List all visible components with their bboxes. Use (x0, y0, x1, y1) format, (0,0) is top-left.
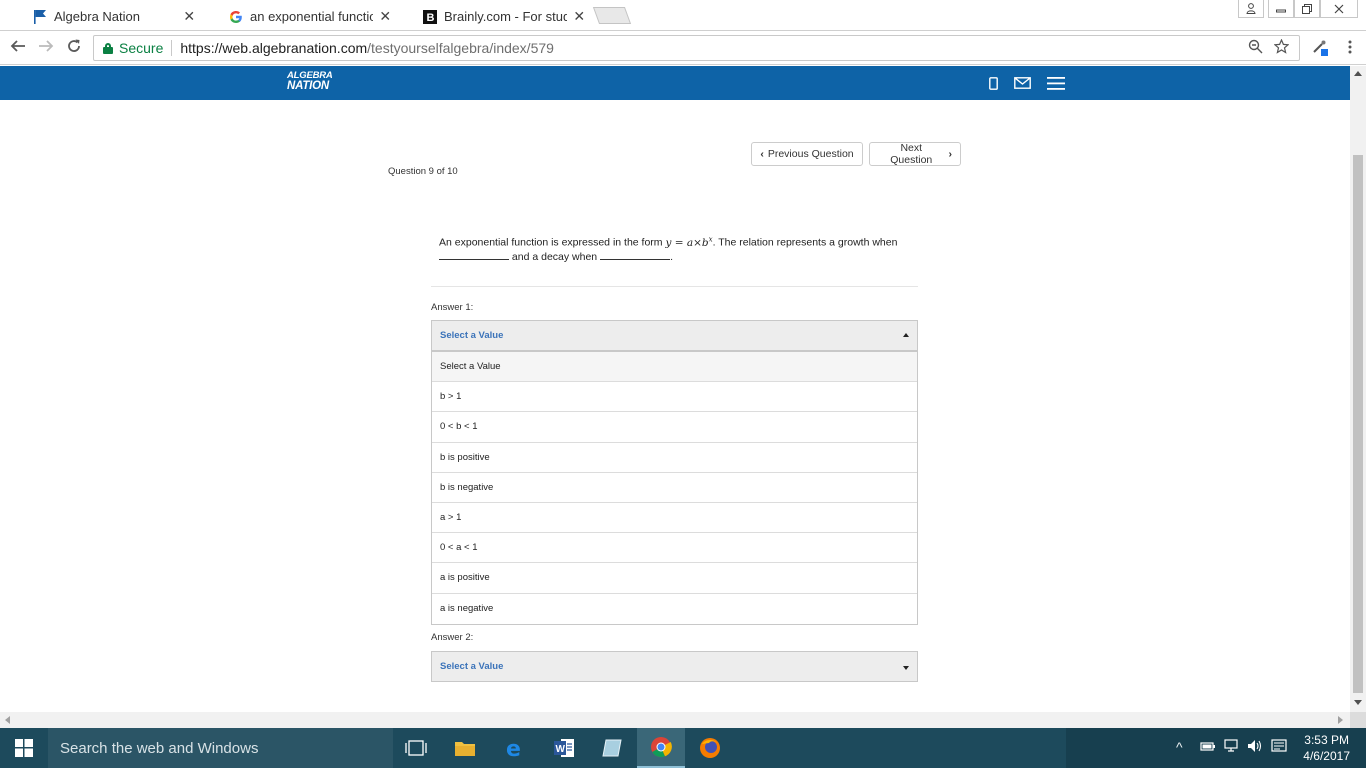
mail-icon[interactable] (1013, 74, 1031, 92)
restore-icon[interactable] (1294, 0, 1320, 18)
volume-icon[interactable] (1247, 739, 1263, 756)
answer-1-dropdown: Select a Value b > 1 0 < b < 1 b is posi… (431, 351, 918, 625)
divider (431, 286, 918, 287)
notifications-icon[interactable] (1271, 739, 1287, 756)
dropdown-option[interactable]: 0 < a < 1 (432, 533, 917, 564)
vertical-scrollbar[interactable] (1350, 66, 1366, 712)
svg-text:W: W (556, 744, 566, 755)
tab-title: Algebra Nation (54, 9, 140, 24)
scroll-up-icon[interactable] (1354, 71, 1362, 76)
url-host: https://web.algebranation.com (180, 40, 368, 56)
google-icon (228, 9, 244, 25)
dropdown-option[interactable]: b is negative (432, 473, 917, 503)
previous-question-button[interactable]: ‹ Previous Question (751, 142, 863, 166)
address-bar[interactable]: Secure https://web.algebranation.com/tes… (93, 35, 1300, 61)
flag-icon (32, 9, 48, 25)
question-prompt: An exponential function is expressed in … (439, 235, 898, 263)
answer-1-label: Answer 1: (431, 302, 474, 313)
firefox-icon[interactable] (686, 728, 734, 768)
caret-up-icon (903, 333, 909, 337)
notes-app-icon[interactable] (588, 728, 636, 768)
dropdown-option[interactable]: a is positive (432, 563, 917, 594)
dropdown-option[interactable]: b > 1 (432, 382, 917, 413)
tab-brainly[interactable]: B Brainly.com - For student ✕ (400, 2, 596, 31)
zoom-icon[interactable] (1248, 39, 1263, 58)
answer-2-label: Answer 2: (431, 632, 474, 643)
close-tab-icon[interactable]: ✕ (379, 8, 392, 25)
secure-label: Secure (119, 40, 164, 56)
tab-title: an exponential function i (250, 9, 373, 24)
mobile-icon[interactable] (987, 74, 999, 92)
algebra-nation-logo[interactable]: ALGEBRA NATION (287, 71, 333, 95)
close-tab-icon[interactable]: ✕ (183, 8, 196, 25)
lock-icon (103, 42, 113, 54)
dropdown-option[interactable]: a is negative (432, 594, 917, 624)
browser-toolbar: Secure https://web.algebranation.com/tes… (0, 31, 1366, 65)
back-arrow-icon[interactable] (8, 38, 28, 58)
blank-1 (439, 251, 509, 260)
windows-taskbar: Search the web and Windows e W ^ 3:53 PM… (0, 728, 1366, 768)
windows-start-icon[interactable] (0, 728, 48, 768)
next-question-button[interactable]: Next Question › (869, 142, 961, 166)
brainly-icon: B (422, 9, 438, 25)
tab-title: Brainly.com - For student (444, 9, 567, 24)
network-icon[interactable] (1224, 739, 1240, 756)
scroll-left-icon[interactable] (5, 716, 10, 724)
horizontal-scrollbar[interactable] (0, 712, 1350, 728)
chevron-right-icon: › (948, 148, 953, 160)
bookmark-star-icon[interactable] (1273, 38, 1290, 58)
question-counter: Question 9 of 10 (388, 166, 458, 177)
browser-tab-strip: Algebra Nation ✕ an exponential function… (0, 0, 1366, 31)
scroll-down-icon[interactable] (1354, 700, 1362, 705)
edge-browser-icon[interactable]: e (491, 728, 539, 768)
answer-2-select[interactable]: Select a Value (431, 651, 918, 682)
file-explorer-icon[interactable] (441, 728, 489, 768)
menu-dots-icon[interactable] (1340, 38, 1360, 58)
scroll-thumb[interactable] (1353, 155, 1363, 693)
formula: y = a×bx (665, 235, 713, 249)
dropdown-option[interactable]: a > 1 (432, 503, 917, 534)
dropdown-option[interactable]: 0 < b < 1 (432, 412, 917, 443)
reload-icon[interactable] (64, 38, 84, 58)
extension-icon[interactable] (1310, 38, 1330, 58)
scroll-right-icon[interactable] (1338, 716, 1343, 724)
answer-1-select[interactable]: Select a Value (431, 320, 918, 351)
chevron-up-icon[interactable]: ^ (1176, 739, 1183, 755)
svg-text:B: B (427, 12, 435, 24)
site-header: ALGEBRA NATION (0, 66, 1350, 100)
new-tab-button[interactable] (592, 7, 632, 24)
clock[interactable]: 3:53 PM 4/6/2017 (1303, 732, 1350, 764)
page-content: ‹ Previous Question Next Question › Ques… (0, 100, 1350, 711)
caret-down-icon (903, 666, 909, 670)
profile-icon[interactable] (1238, 0, 1264, 18)
close-tab-icon[interactable]: ✕ (573, 8, 586, 25)
dropdown-option[interactable]: b is positive (432, 443, 917, 473)
forward-arrow-icon[interactable] (36, 38, 56, 58)
dropdown-option[interactable]: Select a Value (432, 352, 917, 383)
url-path: /testyourselfalgebra/index/579 (367, 40, 554, 56)
close-window-icon[interactable] (1320, 0, 1358, 18)
taskbar-search-input[interactable]: Search the web and Windows (48, 728, 393, 768)
minimize-icon[interactable] (1268, 0, 1294, 18)
svg-text:e: e (506, 737, 521, 759)
blank-2 (600, 251, 671, 260)
hamburger-menu-icon[interactable] (1046, 74, 1066, 92)
word-icon[interactable]: W (540, 728, 588, 768)
tab-algebra-nation[interactable]: Algebra Nation ✕ (10, 2, 206, 31)
task-view-icon[interactable] (392, 728, 440, 768)
battery-icon[interactable] (1200, 739, 1216, 755)
chrome-icon[interactable] (637, 728, 685, 768)
chevron-left-icon: ‹ (760, 148, 764, 160)
tab-google-search[interactable]: an exponential function i ✕ (206, 2, 402, 31)
system-tray: ^ 3:53 PM 4/6/2017 (1066, 728, 1366, 768)
